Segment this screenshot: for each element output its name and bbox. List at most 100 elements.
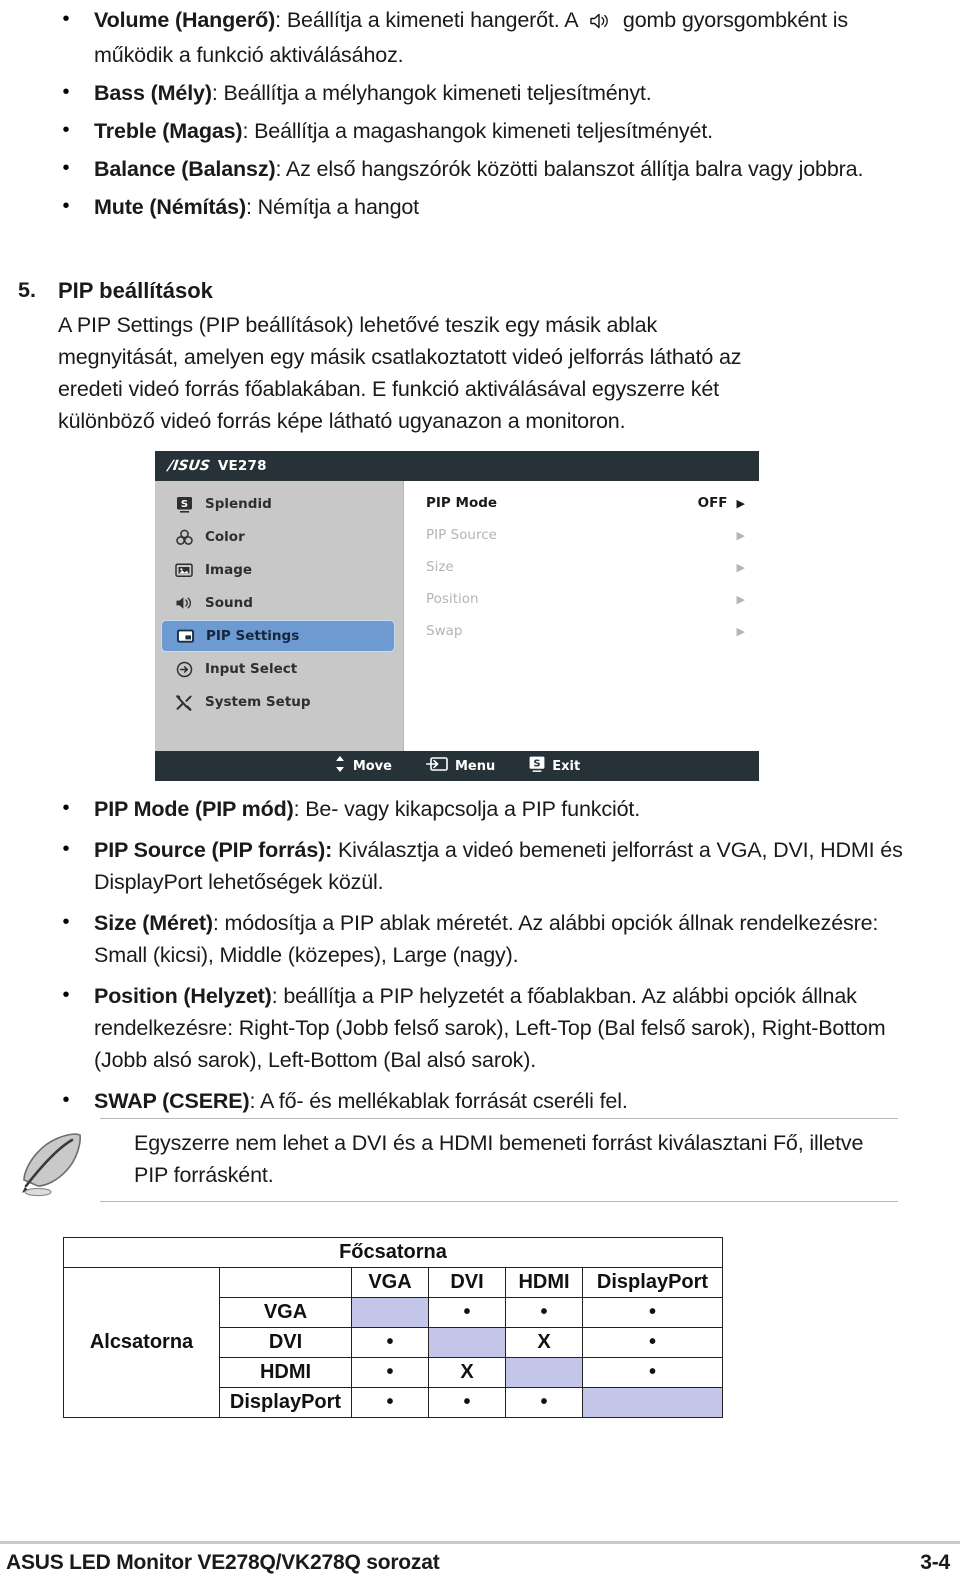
osd-footer-exit[interactable]: S Exit [529, 756, 580, 777]
bullet-desc: : Beállítja a magashangok kimeneti telje… [242, 119, 713, 143]
bullet-marker: • [62, 195, 70, 217]
bullet-term: Volume (Hangerő) [94, 8, 276, 32]
table-row-label: VGA [219, 1297, 352, 1328]
chevron-right-icon: ▶ [736, 528, 745, 542]
system-setup-icon [171, 694, 197, 711]
osd-footer-move[interactable]: Move [334, 755, 392, 777]
bullet-desc: : A fő- és mellékablak forrását cseréli … [249, 1089, 628, 1113]
chevron-right-icon: ▶ [736, 560, 745, 574]
bullet-text: Size (Méret): módosítja a PIP ablak mére… [94, 907, 924, 971]
page-footer: ASUS LED Monitor VE278Q/VK278Q sorozat 3… [0, 1551, 960, 1575]
bullet-text-before-icon: : Beállítja a kimeneti hangerőt. A [275, 8, 584, 32]
page-title: PIP beállítások [58, 278, 213, 303]
bullet-marker: • [62, 157, 70, 179]
osd-body: S Splendid Color Image Sound PIP Setting… [155, 481, 759, 751]
osd-option-label: Swap [426, 623, 463, 639]
bullet-term: Position (Helyzet) [94, 984, 272, 1008]
osd-option-pip-source[interactable]: PIP Source ▶ [404, 519, 759, 551]
bullet-text: SWAP (CSERE): A fő- és mellékablak forrá… [94, 1085, 924, 1117]
bullet-term: Treble (Magas) [94, 119, 243, 143]
table-header-sub-channel: Alcsatorna [63, 1267, 220, 1418]
bullet-marker: • [62, 1089, 70, 1111]
table-cell-supported [351, 1327, 429, 1358]
osd-menu-screenshot: /ISUS VE278 S Splendid Color Image Sound… [155, 451, 759, 781]
input-select-icon [171, 661, 197, 678]
bullet-desc: : Be- vagy kikapcsolja a PIP funkciót. [293, 797, 641, 821]
list-item: • PIP Source (PIP forrás): Kiválasztja a… [38, 834, 924, 898]
bullet-text: PIP Mode (PIP mód): Be- vagy kikapcsolja… [94, 793, 924, 825]
sidebar-item-image[interactable]: Image [161, 554, 395, 586]
table-header-main-channel: Főcsatorna [63, 1237, 723, 1268]
sidebar-item-input-select[interactable]: Input Select [161, 653, 395, 685]
table-row-column-headers: Alcsatorna VGA DVI HDMI DisplayPort [63, 1267, 723, 1418]
section-body: PIP beállítások A PIP Settings (PIP beál… [58, 274, 920, 437]
bullet-list: • Volume (Hangerő): Beállítja a kimeneti… [38, 4, 926, 223]
bullet-term: Size (Méret) [94, 911, 213, 935]
list-item: • SWAP (CSERE): A fő- és mellékablak for… [38, 1085, 924, 1117]
osd-footer-menu[interactable]: Menu [425, 756, 495, 776]
osd-option-label: Position [426, 591, 479, 607]
bullet-marker: • [62, 984, 70, 1006]
note-text: Egyszerre nem lehet a DVI és a HDMI beme… [134, 1131, 864, 1187]
sidebar-item-label: System Setup [205, 694, 311, 710]
bullet-marker: • [62, 81, 70, 103]
osd-option-swap[interactable]: Swap ▶ [404, 615, 759, 647]
sidebar-item-color[interactable]: Color [161, 521, 395, 553]
table-row-label: HDMI [219, 1357, 352, 1388]
osd-footer-label: Exit [552, 758, 581, 774]
table-cell-unsupported: X [505, 1327, 583, 1358]
chevron-right-icon: ▶ [736, 496, 745, 510]
table-cell-supported [582, 1297, 723, 1328]
table-col-header: DVI [428, 1267, 506, 1298]
sidebar-item-pip-settings[interactable]: PIP Settings [161, 620, 395, 652]
sidebar-item-label: Input Select [205, 661, 298, 677]
color-icon [171, 529, 197, 546]
list-item: • Volume (Hangerő): Beállítja a kimeneti… [38, 4, 926, 71]
bullet-term: PIP Source (PIP forrás): [94, 838, 333, 862]
list-item: • Mute (Némítás): Némítja a hangot [38, 191, 926, 223]
bullet-term: PIP Mode (PIP mód) [94, 797, 294, 821]
sidebar-item-label: Color [205, 529, 245, 545]
table-cell-supported [351, 1357, 429, 1388]
sidebar-item-label: PIP Settings [206, 628, 300, 644]
up-down-arrows-icon [334, 755, 346, 777]
sidebar-item-system-setup[interactable]: System Setup [161, 686, 395, 718]
chevron-right-icon: ▶ [736, 592, 745, 606]
note-inner: Egyszerre nem lehet a DVI és a HDMI beme… [22, 1119, 898, 1201]
table-col-header: HDMI [505, 1267, 583, 1298]
bullet-text: PIP Source (PIP forrás): Kiválasztja a v… [94, 834, 924, 898]
pip-settings-icon [172, 628, 198, 644]
table-col-header: VGA [351, 1267, 429, 1298]
sidebar-item-splendid[interactable]: S Splendid [161, 488, 395, 520]
bullet-desc: : Az első hangszórók közötti balanszot á… [275, 157, 864, 181]
table-cell-same [505, 1357, 583, 1388]
note-bottom-divider [100, 1201, 898, 1202]
osd-option-position[interactable]: Position ▶ [404, 583, 759, 615]
pip-options-bullet-list: • PIP Mode (PIP mód): Be- vagy kikapcsol… [38, 793, 924, 1126]
table-col-header: DisplayPort [582, 1267, 723, 1298]
sound-icon [171, 595, 197, 611]
splendid-icon: S [171, 496, 197, 513]
sidebar-item-label: Sound [205, 595, 253, 611]
table-cell-supported [428, 1387, 506, 1418]
footer-divider [0, 1541, 960, 1544]
pip-compatibility-table: Főcsatorna Alcsatorna VGA DVI HDMI Displ… [63, 1237, 723, 1418]
footer-page-number: 3-4 [920, 1551, 950, 1574]
list-item: • PIP Mode (PIP mód): Be- vagy kikapcsol… [38, 793, 924, 825]
bullet-term: Balance (Balansz) [94, 157, 276, 181]
table-cell-same [428, 1327, 506, 1358]
osd-option-size[interactable]: Size ▶ [404, 551, 759, 583]
bullet-marker: • [62, 797, 70, 819]
sidebar-item-label: Splendid [205, 496, 272, 512]
list-item: • Size (Méret): módosítja a PIP ablak mé… [38, 907, 924, 971]
note-callout: Egyszerre nem lehet a DVI és a HDMI beme… [22, 1118, 898, 1202]
osd-option-pip-mode[interactable]: PIP Mode OFF ▶ [404, 487, 759, 519]
sidebar-item-sound[interactable]: Sound [161, 587, 395, 619]
quill-pen-icon [12, 1126, 92, 1198]
section-paragraph: A PIP Settings (PIP beállítások) lehetőv… [58, 313, 742, 433]
bullet-marker: • [62, 8, 70, 30]
list-item: • Position (Helyzet): beállítja a PIP he… [38, 980, 924, 1076]
bullet-text: Position (Helyzet): beállítja a PIP hely… [94, 980, 924, 1076]
table-cell-supported [582, 1327, 723, 1358]
menu-enter-icon [425, 756, 448, 776]
